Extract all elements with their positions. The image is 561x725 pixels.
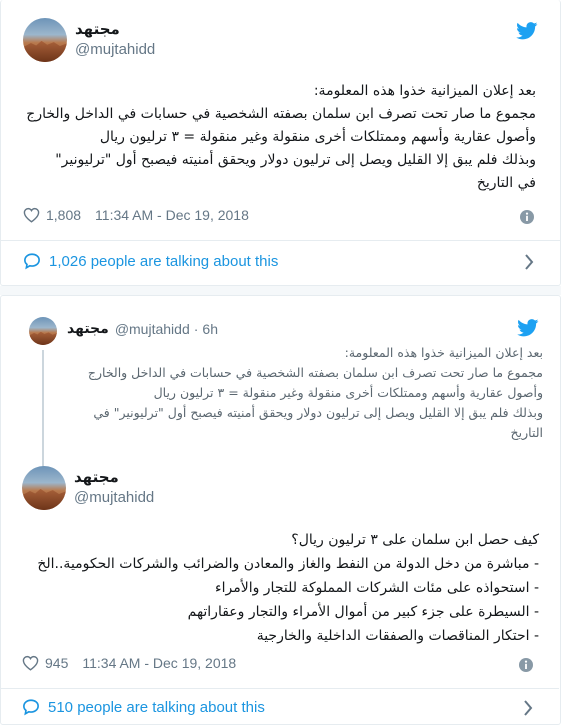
tweet-line: كيف حصل ابن سلمان على ٣ ترليون ريال؟ xyxy=(291,532,539,548)
tweet-line: - السيطرة على جزء كبير من أموال الأمراء … xyxy=(187,604,539,620)
tweet-line: - مباشرة من دخل الدولة من النفط والغاز و… xyxy=(37,556,539,572)
display-name[interactable]: مجتهد xyxy=(75,20,120,38)
user-handle[interactable]: @mujtahidd xyxy=(75,41,155,58)
user-handle[interactable]: @mujtahidd xyxy=(74,489,154,506)
divider xyxy=(0,688,559,689)
tweet-line: بعد إعلان الميزانية خذوا هذه المعلومة: xyxy=(313,83,536,99)
info-icon[interactable] xyxy=(518,657,534,673)
tweet-text: كيف حصل ابن سلمان على ٣ ترليون ريال؟ - م… xyxy=(24,528,539,648)
twitter-bird-icon[interactable] xyxy=(517,319,539,337)
heart-icon[interactable] xyxy=(22,655,39,671)
talking-text[interactable]: 1,026 people are talking about this xyxy=(49,253,278,270)
talking-link[interactable]: 1,026 people are talking about this xyxy=(23,252,278,270)
thread-line xyxy=(42,350,44,467)
user-handle[interactable]: @mujtahidd xyxy=(115,321,190,337)
speech-bubble-icon xyxy=(24,253,40,270)
avatar[interactable] xyxy=(22,466,66,510)
tweet-meta: 1,808 11:34 AM - Dec 19, 2018 xyxy=(23,207,249,223)
heart-icon[interactable] xyxy=(23,207,40,223)
tweet-card-1: مجتهد @mujtahidd بعد إعلان الميزانية خذو… xyxy=(0,0,561,286)
like-count[interactable]: 945 xyxy=(45,655,68,671)
timestamp[interactable]: 11:34 AM - Dec 19, 2018 xyxy=(95,207,249,223)
tweet-line: وبذلك فلم يبق إلا القليل ويصل إلى ترليون… xyxy=(55,152,536,168)
parent-tweet-header: مجتهد @mujtahidd · 6h xyxy=(67,320,218,337)
talking-text[interactable]: 510 people are talking about this xyxy=(48,699,265,716)
display-name[interactable]: مجتهد xyxy=(74,468,119,486)
info-icon[interactable] xyxy=(519,209,535,225)
tweet-line: التاريخ xyxy=(510,425,543,440)
card-gap xyxy=(0,286,561,295)
chevron-right-icon[interactable] xyxy=(523,700,533,716)
relative-time[interactable]: 6h xyxy=(202,321,218,337)
tweet-line: وأصول عقارية وأسهم وممتلكات أخرى منقولة … xyxy=(99,129,536,145)
tweet-line: - استحواذه على مئات الشركات المملوكة للت… xyxy=(215,580,539,596)
parent-tweet-text: بعد إعلان الميزانية خذوا هذه المعلومة: م… xyxy=(63,343,543,443)
tweet-line: في التاريخ xyxy=(476,175,536,191)
tweet-meta: 945 11:34 AM - Dec 19, 2018 xyxy=(22,655,236,671)
tweet-text: بعد إعلان الميزانية خذوا هذه المعلومة: م… xyxy=(21,80,536,195)
twitter-bird-icon[interactable] xyxy=(516,22,538,40)
timestamp[interactable]: 11:34 AM - Dec 19, 2018 xyxy=(82,655,236,671)
tweet-line: مجموع ما صار تحت تصرف ابن سلمان بصفته ال… xyxy=(87,365,543,380)
separator-dot: · xyxy=(193,320,199,337)
avatar[interactable] xyxy=(23,18,67,62)
avatar[interactable] xyxy=(29,317,57,345)
tweet-line: وأصول عقارية وأسهم وممتلكات أخرى منقولة … xyxy=(153,385,543,400)
tweet-line: - احتكار المناقصات والصفقات الداخلية وال… xyxy=(256,628,539,644)
tweet-line: مجموع ما صار تحت تصرف ابن سلمان بصفته ال… xyxy=(26,106,536,122)
display-name[interactable]: مجتهد xyxy=(67,320,109,337)
tweet-line: بعد إعلان الميزانية خذوا هذه المعلومة: xyxy=(344,345,543,360)
tweet-line: وبذلك فلم يبق إلا القليل ويصل إلى ترليون… xyxy=(93,405,543,420)
divider xyxy=(1,240,560,241)
talking-link[interactable]: 510 people are talking about this xyxy=(22,698,265,716)
chevron-right-icon[interactable] xyxy=(524,254,534,270)
speech-bubble-icon xyxy=(23,699,39,716)
like-count[interactable]: 1,808 xyxy=(46,207,81,223)
